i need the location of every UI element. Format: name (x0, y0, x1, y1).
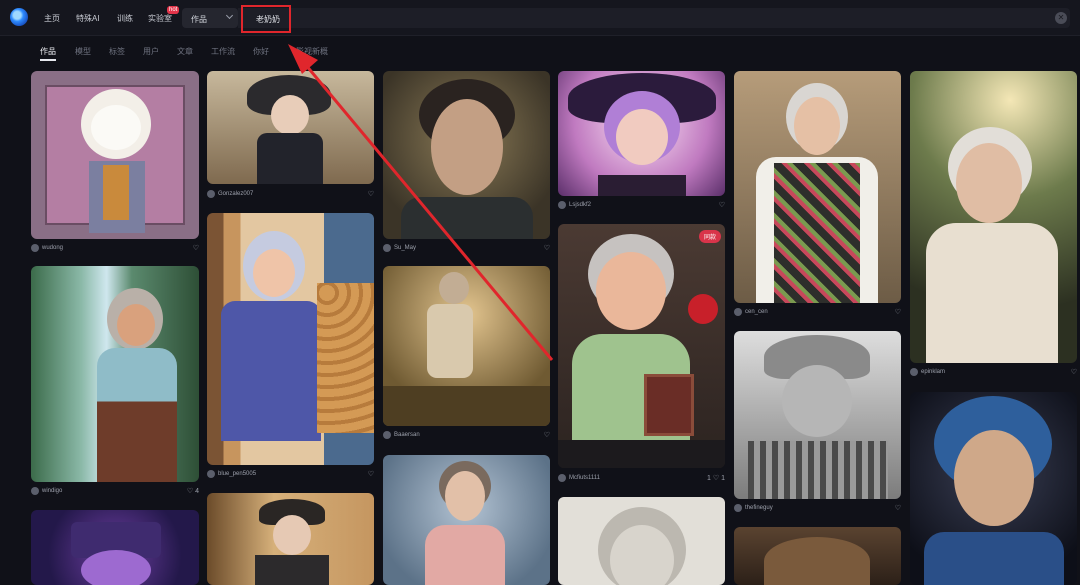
card-meta: windigo ♡ 4 (31, 485, 199, 499)
avatar[interactable] (31, 487, 39, 495)
result-card[interactable]: 同款 (558, 224, 725, 468)
card-meta: Su_May ♡ (383, 242, 550, 256)
username[interactable]: Gonzalez007 (218, 191, 253, 197)
avatar[interactable] (383, 431, 391, 439)
card-meta: blue_pen5005 ♡ (207, 468, 374, 482)
username[interactable]: Baaersan (394, 432, 420, 438)
username[interactable]: Lsjsdkf2 (569, 202, 591, 208)
remix-badge[interactable]: 同款 (698, 230, 721, 243)
tab-models[interactable]: 模型 (75, 46, 91, 57)
top-bar: 主页 特殊AI 训练 实验室 hot 作品 老奶奶 ✕ (0, 0, 1080, 36)
result-card[interactable] (558, 71, 725, 196)
card-meta: Lsjsdkf2 ♡ (558, 199, 725, 213)
username[interactable]: windigo (42, 488, 62, 494)
result-card[interactable] (31, 266, 199, 482)
avatar[interactable] (558, 474, 566, 482)
like-icon[interactable]: ♡ (193, 244, 199, 252)
result-card[interactable] (207, 71, 374, 184)
search-type-select[interactable]: 作品 (182, 8, 238, 28)
tab-film[interactable]: 影视新概 (296, 46, 328, 57)
like-icon[interactable]: ♡ (1071, 368, 1077, 376)
clear-search-icon[interactable]: ✕ (1055, 12, 1067, 24)
result-card[interactable] (734, 331, 901, 499)
result-card[interactable] (910, 392, 1077, 585)
nav-special-ai[interactable]: 特殊AI (76, 13, 100, 24)
result-card[interactable] (383, 455, 550, 585)
avatar[interactable] (734, 308, 742, 316)
result-card[interactable] (910, 71, 1077, 363)
result-card[interactable] (31, 510, 199, 585)
avatar[interactable] (31, 244, 39, 252)
tab-tags[interactable]: 标签 (109, 46, 125, 57)
username[interactable]: cen_cen (745, 309, 768, 315)
like-icon[interactable]: ♡ (544, 244, 550, 252)
avatar[interactable] (207, 470, 215, 478)
result-card[interactable] (31, 71, 199, 239)
result-card[interactable] (734, 527, 901, 585)
avatar[interactable] (734, 504, 742, 512)
active-tab-indicator (40, 59, 56, 61)
avatar[interactable] (910, 368, 918, 376)
tab-works[interactable]: 作品 (40, 46, 56, 57)
username[interactable]: wudong (42, 245, 63, 251)
like-icon[interactable]: ♡ (368, 190, 374, 198)
like-icon[interactable]: ♡ 4 (187, 487, 199, 495)
like-icon[interactable]: 1 ♡ 1 (707, 474, 725, 482)
app-logo-icon[interactable] (10, 8, 28, 26)
tab-workflows[interactable]: 工作流 (211, 46, 235, 57)
username[interactable]: Mcfiuts1111 (569, 475, 600, 481)
card-meta: cen_cen ♡ (734, 306, 901, 320)
card-meta: wudong ♡ (31, 242, 199, 256)
result-card[interactable] (207, 213, 374, 465)
card-meta: epinklam ♡ (910, 366, 1077, 380)
card-meta: thefineguy ♡ (734, 502, 901, 516)
search-highlight-box (241, 5, 291, 33)
search-input[interactable] (238, 8, 1070, 28)
avatar[interactable] (207, 190, 215, 198)
avatar[interactable] (558, 201, 566, 209)
username[interactable]: blue_pen5005 (218, 471, 256, 477)
username[interactable]: epinklam (921, 369, 945, 375)
like-icon[interactable]: ♡ (544, 431, 550, 439)
card-meta: Mcfiuts1111 1 ♡ 1 (558, 472, 725, 486)
result-card[interactable] (734, 71, 901, 303)
card-meta: Baaersan ♡ (383, 429, 550, 443)
tab-articles[interactable]: 文章 (177, 46, 193, 57)
like-icon[interactable]: ♡ (719, 201, 725, 209)
result-card[interactable] (207, 493, 374, 585)
nav-lab[interactable]: 实验室 (148, 13, 172, 24)
result-card[interactable] (383, 266, 550, 426)
like-icon[interactable]: ♡ (895, 308, 901, 316)
username[interactable]: Su_May (394, 245, 416, 251)
nav-home[interactable]: 主页 (44, 13, 60, 24)
chevron-down-icon (225, 11, 234, 20)
search-type-label: 作品 (191, 15, 207, 24)
card-meta: Gonzalez007 ♡ (207, 188, 374, 202)
like-icon[interactable]: ♡ (895, 504, 901, 512)
tab-users[interactable]: 用户 (143, 46, 159, 57)
hot-badge: hot (167, 6, 180, 14)
result-card[interactable] (558, 497, 725, 585)
avatar[interactable] (383, 244, 391, 252)
like-icon[interactable]: ♡ (368, 470, 374, 478)
result-card[interactable] (383, 71, 550, 239)
tab-hello[interactable]: 你好 (253, 46, 269, 57)
nav-train[interactable]: 训练 (117, 13, 133, 24)
username[interactable]: thefineguy (745, 505, 773, 511)
